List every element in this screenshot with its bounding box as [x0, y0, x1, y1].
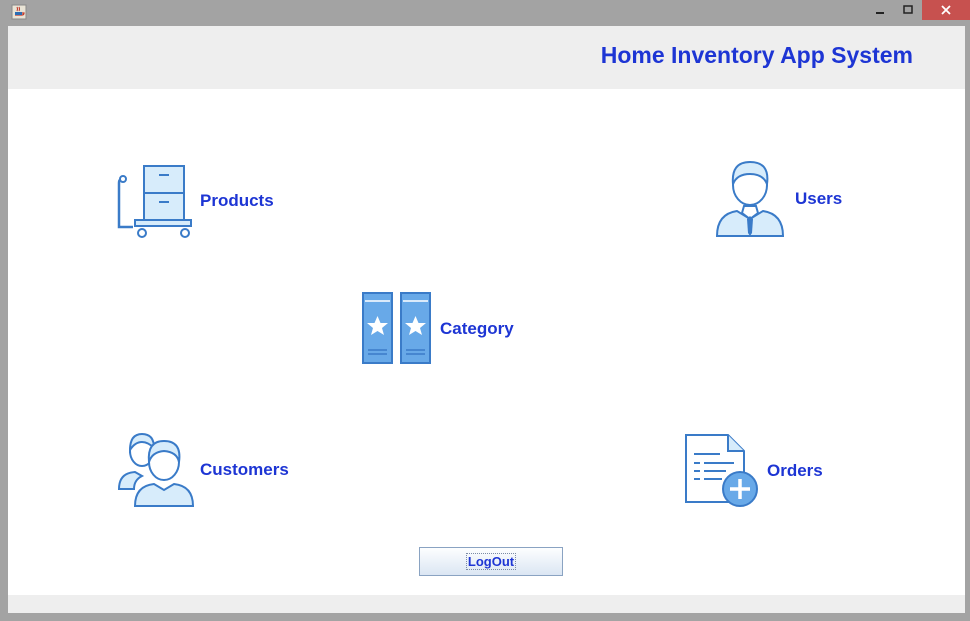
star-folders-icon	[362, 292, 434, 366]
page-title: Home Inventory App System	[600, 42, 913, 68]
header-bar: Home Inventory App System	[8, 26, 965, 89]
footer-bar	[8, 595, 965, 613]
customers-label: Customers	[200, 460, 289, 479]
users-label: Users	[795, 189, 843, 208]
minimize-icon[interactable]	[866, 0, 894, 20]
products-label: Products	[200, 191, 274, 210]
customers-tile[interactable]: Customers	[118, 432, 289, 508]
add-document-icon	[684, 433, 762, 509]
users-tile[interactable]: Users	[714, 159, 842, 239]
title-bar[interactable]	[0, 0, 970, 26]
app-window: Home Inventory App System Products Users…	[0, 0, 970, 621]
content-panel: Home Inventory App System Products Users…	[8, 26, 965, 613]
close-icon[interactable]	[922, 0, 970, 20]
cart-boxes-icon	[115, 162, 195, 240]
logout-label: LogOut	[465, 553, 517, 570]
people-icon	[118, 432, 194, 508]
logout-button[interactable]: LogOut	[419, 547, 563, 576]
category-label: Category	[440, 319, 514, 338]
orders-tile[interactable]: Orders	[684, 433, 823, 509]
maximize-icon[interactable]	[894, 0, 922, 20]
orders-label: Orders	[767, 461, 823, 480]
user-icon	[714, 159, 786, 239]
java-cup-icon[interactable]	[11, 4, 27, 20]
category-tile[interactable]: Category	[362, 292, 514, 366]
products-tile[interactable]: Products	[115, 162, 274, 240]
window-controls	[866, 0, 970, 20]
